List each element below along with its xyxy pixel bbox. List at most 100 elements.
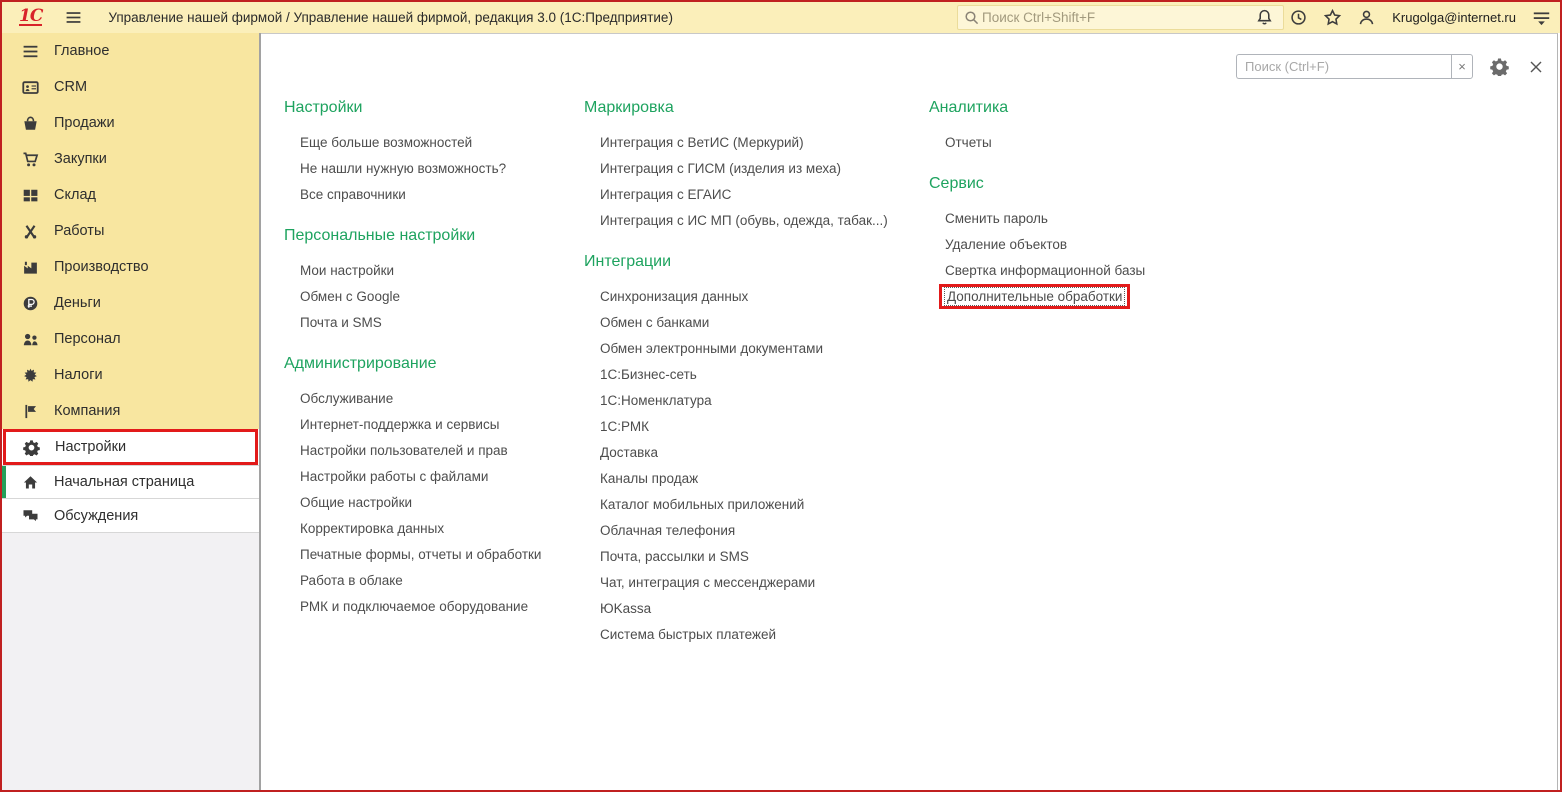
menu-link[interactable]: Интеграция с ИС МП (обувь, одежда, табак… [584, 208, 914, 234]
search-icon [964, 10, 980, 26]
user-email[interactable]: Krugolga@internet.ru [1392, 10, 1516, 25]
favorites-star-icon[interactable] [1322, 7, 1343, 28]
menu-link[interactable]: Синхронизация данных [584, 284, 914, 310]
menu-link[interactable]: Обмен с банками [584, 310, 914, 336]
item-label: Работы [54, 223, 105, 239]
menu-link[interactable]: Облачная телефония [584, 518, 914, 544]
history-icon[interactable] [1288, 7, 1309, 28]
sales-basket-icon [21, 114, 39, 132]
panel-search[interactable]: × [1236, 54, 1473, 79]
menu-link[interactable]: Каталог мобильных приложений [584, 492, 914, 518]
menu-link[interactable]: Обмен электронными документами [584, 336, 914, 362]
panel-search-input[interactable] [1236, 54, 1451, 79]
functions-menu-icon[interactable] [1531, 7, 1552, 28]
item-label: Производство [54, 259, 149, 275]
main-menu-icon[interactable] [64, 9, 82, 27]
panel-settings-gear-icon[interactable] [1490, 57, 1509, 76]
sidebar-item[interactable]: Налоги [2, 357, 259, 393]
item-label: Налоги [54, 367, 103, 383]
user-icon[interactable] [1356, 7, 1377, 28]
sidebar-main-nav: Главное CRM Продажи Закупки Склад Работы Произ… [2, 33, 259, 429]
section-title[interactable]: Аналитика [929, 98, 1229, 118]
menu-link[interactable]: 1С:РМК [584, 414, 914, 440]
menu-link[interactable]: Работа в облаке [284, 568, 574, 594]
menu-link[interactable]: Все справочники [284, 182, 574, 208]
item-label: Склад [54, 187, 96, 203]
menu-link[interactable]: Доставка [584, 440, 914, 466]
menu-link[interactable]: Настройки пользователей и прав [284, 438, 574, 464]
settings-panel: × Настройки Еще больше возможностейНе наш… [261, 33, 1558, 790]
menu-link[interactable]: 1С:Бизнес-сеть [584, 362, 914, 388]
section-title[interactable]: Персональные настройки [284, 226, 574, 246]
search-clear-button[interactable]: × [1451, 54, 1473, 79]
menu-link[interactable]: Интернет-поддержка и сервисы [284, 412, 574, 438]
menu-link[interactable]: Каналы продаж [584, 466, 914, 492]
sidebar-item[interactable]: Компания [2, 393, 259, 429]
menu-link[interactable]: РМК и подключаемое оборудование [284, 594, 574, 620]
menu-link[interactable]: Интеграция с ЕГАИС [584, 182, 914, 208]
menu-link[interactable]: Не нашли нужную возможность? [284, 156, 574, 182]
menu-icon [21, 42, 39, 60]
works-tools-icon [21, 222, 39, 240]
section-title[interactable]: Интеграции [584, 252, 914, 272]
menu-link[interactable]: Общие настройки [284, 490, 574, 516]
sidebar-item[interactable]: Производство [2, 249, 259, 285]
sidebar-item[interactable]: Персонал [2, 321, 259, 357]
menu-link[interactable]: Чат, интеграция с мессенджерами [584, 570, 914, 596]
global-search[interactable] [957, 5, 1284, 30]
sidebar-bottom-nav: Начальная страница Обсуждения [2, 465, 259, 533]
menu-link[interactable]: 1С:Номенклатура [584, 388, 914, 414]
item-label: Персонал [54, 331, 121, 347]
company-flag-icon [21, 402, 39, 420]
global-search-input[interactable] [980, 9, 1277, 26]
app-window: 1С Управление нашей фирмой / Управление … [0, 0, 1562, 792]
crm-icon [21, 78, 39, 96]
menu-link[interactable]: Обмен с Google [284, 284, 574, 310]
menu-link[interactable]: Сменить пароль [929, 206, 1229, 232]
sidebar-item[interactable]: Обсуждения [2, 499, 259, 533]
sidebar-item[interactable]: Деньги [2, 285, 259, 321]
menu-link[interactable]: Интеграция с ГИСМ (изделия из меха) [584, 156, 914, 182]
taxes-emblem-icon [21, 366, 39, 384]
menu-link[interactable]: Почта, рассылки и SMS [584, 544, 914, 570]
purchases-cart-icon [21, 150, 39, 168]
sidebar-item[interactable]: CRM [2, 69, 259, 105]
menu-link[interactable]: Свертка информационной базы [929, 258, 1229, 284]
sidebar-item[interactable]: Продажи [2, 105, 259, 141]
menu-link[interactable]: Система быстрых платежей [584, 622, 914, 648]
settings-column-1: Настройки Еще больше возможностей Не нашли… [284, 98, 574, 620]
menu-link[interactable]: Почта и SMS [284, 310, 574, 336]
sidebar-item[interactable]: Работы [2, 213, 259, 249]
menu-link[interactable]: Еще больше возможностей [284, 130, 574, 156]
personnel-icon [21, 330, 39, 348]
section-title[interactable]: Настройки [284, 98, 574, 118]
menu-link[interactable]: Настройки работы с файлами [284, 464, 574, 490]
notifications-bell-icon[interactable] [1254, 7, 1275, 28]
menu-link[interactable]: ЮKassa [584, 596, 914, 622]
menu-link[interactable]: Корректировка данных [284, 516, 574, 542]
panel-close-icon[interactable] [1526, 57, 1545, 76]
sidebar-item[interactable]: Начальная страница [2, 465, 259, 499]
panel-toolbar: × [1236, 54, 1545, 79]
section-title[interactable]: Сервис [929, 174, 1229, 194]
sidebar: Главное CRM Продажи Закупки Склад Работы Произ… [2, 33, 261, 790]
section-title[interactable]: Администрирование [284, 354, 574, 374]
menu-link[interactable]: Удаление объектов [929, 232, 1229, 258]
menu-link[interactable]: Мои настройки [284, 258, 574, 284]
menu-link[interactable]: Отчеты [929, 130, 1229, 156]
menu-link[interactable]: Печатные формы, отчеты и обработки [284, 542, 574, 568]
item-label: Продажи [54, 115, 115, 131]
topbar: 1С Управление нашей фирмой / Управление … [2, 2, 1560, 33]
item-label: Начальная страница [54, 474, 195, 490]
menu-link[interactable]: Обслуживание [284, 386, 574, 412]
settings-column-2: Маркировка Интеграция с ВетИС (Меркурий) И… [584, 98, 914, 648]
menu-link[interactable]: Дополнительные обработки [929, 284, 1229, 310]
sidebar-item[interactable]: Главное [2, 33, 259, 69]
section-title[interactable]: Маркировка [584, 98, 914, 118]
money-ruble-icon [21, 294, 39, 312]
warehouse-icon [21, 186, 39, 204]
sidebar-item-settings-annotated[interactable]: Настройки [3, 429, 258, 465]
sidebar-item[interactable]: Закупки [2, 141, 259, 177]
sidebar-item[interactable]: Склад [2, 177, 259, 213]
menu-link[interactable]: Интеграция с ВетИС (Меркурий) [584, 130, 914, 156]
